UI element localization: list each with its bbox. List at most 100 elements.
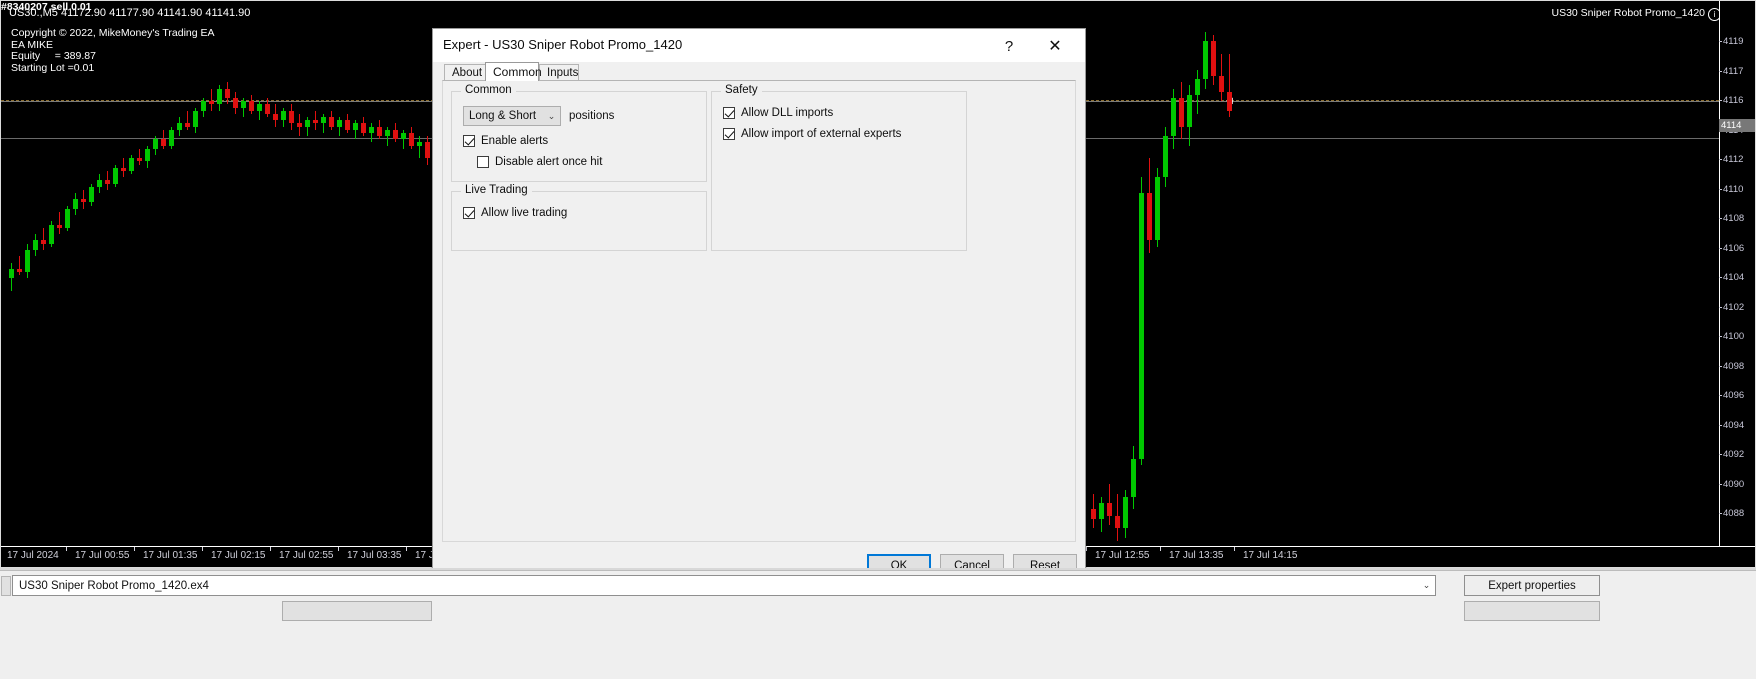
candlestick-body [281, 110, 286, 121]
expert-properties-button[interactable]: Expert properties [1464, 575, 1600, 596]
positions-mode-dropdown[interactable]: Long & Short ⌄ [463, 106, 561, 126]
price-tick: 4110 [1718, 183, 1744, 195]
group-safety-legend: Safety [721, 84, 762, 96]
chart-symbol-ohlc-label: US30.,M5 41172.90 41177.90 41141.90 4114… [9, 7, 251, 19]
chart-price-highlight-box: 4114 [1719, 119, 1755, 132]
time-tick: 17 Jul 12:55 [1086, 547, 1150, 561]
candlestick-body [257, 104, 262, 111]
time-tick: 17 Jul 14:15 [1234, 547, 1298, 561]
checkbox-allow-live-trading-box[interactable] [463, 207, 475, 219]
candlestick-body [217, 88, 222, 105]
dialog-title-bar[interactable]: Expert - US30 Sniper Robot Promo_1420 ? … [433, 29, 1085, 62]
price-tick: 4108 [1718, 213, 1745, 224]
candlestick-body [177, 123, 182, 130]
candlestick-body [305, 120, 310, 127]
candlestick-body [1139, 193, 1144, 459]
candlestick-body [105, 180, 110, 184]
price-tick: 4116 [1718, 95, 1744, 106]
group-common-legend: Common [461, 84, 516, 96]
candlestick-body [369, 126, 374, 133]
candlestick-body [169, 129, 174, 146]
checkbox-enable-alerts-box[interactable] [463, 135, 475, 147]
positions-mode-value: Long & Short [469, 110, 537, 122]
candlestick-wick [187, 110, 188, 130]
price-tick: 4096 [1718, 390, 1745, 401]
chart-ea-info-block: Copyright © 2022, MikeMoney's Trading EA… [11, 27, 215, 74]
checkbox-disable-alert-once-hit-box[interactable] [477, 156, 489, 168]
tab-common[interactable]: Common [485, 62, 542, 81]
candlestick-body [1099, 503, 1104, 519]
chevron-down-icon: ⌄ [547, 110, 556, 121]
checkbox-disable-alert-once-hit[interactable]: Disable alert once hit [477, 156, 602, 168]
candlestick-body [1107, 503, 1112, 516]
candlestick-body [1155, 177, 1160, 241]
positions-label: positions [569, 110, 615, 122]
checkbox-enable-alerts[interactable]: Enable alerts [463, 135, 548, 147]
candlestick-body [153, 139, 158, 149]
price-tick: 4117 [1718, 65, 1744, 77]
expert-file-combo[interactable]: US30 Sniper Robot Promo_1420.ex4 ⌄ [12, 575, 1436, 596]
candlestick-body [409, 132, 414, 146]
close-icon[interactable]: ✕ [1035, 33, 1075, 59]
candlestick-body [41, 240, 46, 244]
expert-properties-dialog[interactable]: Expert - US30 Sniper Robot Promo_1420 ? … [432, 28, 1086, 587]
candlestick-body [97, 180, 102, 187]
candlestick-body [289, 110, 294, 124]
candlestick-body [265, 104, 270, 114]
checkbox-allow-dll-imports-box[interactable] [723, 107, 735, 119]
candlestick-body [1203, 41, 1208, 80]
checkbox-allow-import-external-experts[interactable]: Allow import of external experts [723, 128, 901, 140]
candlestick-body [225, 88, 230, 99]
help-icon[interactable]: ? [991, 33, 1027, 59]
bottom-panel-inner: US30 Sniper Robot Promo_1420.ex4 ⌄ Exper… [0, 570, 1756, 679]
chart-window-title-right: US30 Sniper Robot Promo_1420 i [1551, 7, 1721, 21]
secondary-button-1[interactable] [1464, 601, 1600, 621]
group-live-trading: Live Trading Allow live trading [451, 184, 707, 251]
candlestick-body [377, 126, 382, 137]
chart-open-order-label: #8340207 sell 0.01 [1, 1, 92, 13]
candlestick-body [1195, 79, 1200, 95]
price-tick: 4106 [1718, 242, 1745, 254]
candlestick-body [25, 249, 30, 273]
secondary-field-1[interactable] [282, 601, 432, 621]
tab-page-common: Common Long & Short ⌄ positions Enable a… [442, 80, 1076, 542]
time-tick: 17 Jul 02:55 [270, 547, 334, 561]
time-tick: 17 Jul 02:15 [202, 547, 266, 561]
candlestick-body [193, 110, 198, 127]
group-safety: Safety Allow DLL imports Allow import of… [711, 84, 967, 251]
checkbox-allow-live-trading[interactable]: Allow live trading [463, 207, 567, 219]
time-tick: 17 Jul 01:35 [134, 547, 198, 561]
candlestick-body [1227, 91, 1232, 111]
candlestick-body [17, 268, 22, 273]
candlestick-body [1147, 193, 1152, 241]
tab-about[interactable]: About [444, 64, 486, 80]
candlestick-body [329, 117, 334, 127]
tab-inputs[interactable]: Inputs [539, 64, 579, 80]
expert-file-name: US30 Sniper Robot Promo_1420.ex4 [19, 579, 209, 592]
candlestick-body [113, 167, 118, 184]
candlestick-body [385, 129, 390, 137]
candlestick-body [1091, 509, 1096, 519]
price-tick: 4092 [1718, 449, 1745, 460]
candlestick-wick [139, 148, 140, 165]
price-tick: 4094 [1718, 419, 1745, 431]
price-tick: 4088 [1718, 508, 1745, 519]
chevron-down-icon: ⌄ [1422, 580, 1431, 590]
checkbox-allow-import-external-experts-label: Allow import of external experts [741, 128, 902, 140]
candlestick-body [161, 139, 166, 146]
navigator-collapse-button[interactable] [1, 576, 11, 596]
time-tick: 17 Jul 03:35 [338, 547, 402, 561]
bottom-panel: US30 Sniper Robot Promo_1420.ex4 ⌄ Exper… [0, 568, 1756, 679]
chart-price-scale[interactable]: 4119 4117 4116 4114 4112 4110 4108 4106 4104 4102… [1718, 1, 1755, 547]
candlestick-body [137, 158, 142, 162]
candlestick-body [297, 123, 302, 127]
candlestick-body [1131, 458, 1136, 497]
checkbox-allow-import-external-experts-box[interactable] [723, 128, 735, 140]
candlestick-body [57, 224, 62, 228]
candlestick-wick [419, 136, 420, 159]
checkbox-allow-dll-imports[interactable]: Allow DLL imports [723, 107, 833, 119]
candlestick-body [353, 123, 358, 130]
candlestick-body [121, 167, 126, 171]
candlestick-body [201, 101, 206, 111]
mt4-application-window: US30.,M5 41172.90 41177.90 41141.90 4114… [0, 0, 1756, 679]
